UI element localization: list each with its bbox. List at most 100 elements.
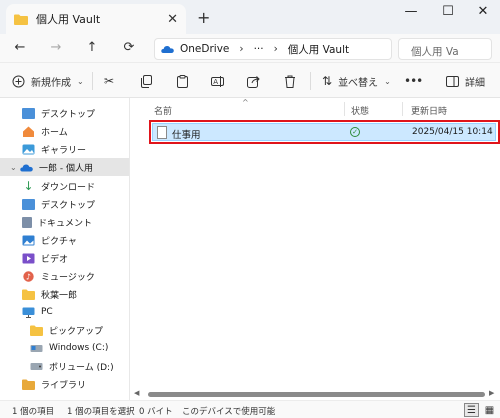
new-tab-button[interactable]: + (197, 8, 210, 27)
sidebar-item-drive-c[interactable]: Windows (C:) (0, 339, 129, 357)
pictures-icon (22, 235, 35, 245)
refresh-button[interactable]: ⟳ (121, 40, 137, 55)
sidebar-item-desktop-pinned[interactable]: デスクトップ (0, 104, 129, 122)
details-pane-button[interactable]: 詳細 (446, 73, 485, 89)
column-header-status[interactable]: 状態 (351, 104, 369, 117)
video-icon (22, 253, 35, 263)
sidebar-item-libraries[interactable]: ライブラリ (0, 375, 129, 393)
drive-icon (30, 362, 43, 370)
onedrive-cloud-icon (161, 46, 174, 53)
svg-text:♪: ♪ (26, 272, 31, 281)
column-divider[interactable] (344, 102, 345, 116)
navigation-pane: デスクトップ ホーム ギャラリー ⌄ 一郎 - 個人用 ↓ ダウンロード デスク… (0, 98, 130, 400)
sidebar-item-label: ミュージック (41, 272, 95, 283)
home-icon (23, 126, 34, 137)
tab-vault[interactable]: 個人用 Vault ✕ (6, 4, 186, 34)
sidebar-item-desktop[interactable]: デスクトップ (0, 195, 129, 213)
drive-icon (30, 344, 43, 352)
folder-icon (14, 14, 28, 25)
folder-icon (22, 289, 35, 300)
column-header-modified[interactable]: 更新日時 (411, 104, 447, 117)
download-icon: ↓ (23, 178, 34, 193)
back-button[interactable]: ← (12, 40, 28, 55)
sidebar-item-pickup[interactable]: ピックアップ (0, 321, 129, 339)
clipboard-icon (177, 74, 188, 88)
item-count: 1 個の項目 (12, 407, 55, 417)
sidebar-item-pc[interactable]: PC (0, 303, 129, 321)
plus-circle-icon (12, 75, 25, 87)
sidebar-item-label: ピックアップ (49, 326, 104, 337)
horizontal-scrollbar[interactable] (148, 392, 485, 397)
sidebar-item-user-folder[interactable]: 秋葉一郎 (0, 285, 129, 303)
sidebar-item-downloads[interactable]: ↓ ダウンロード (0, 177, 129, 195)
sidebar-item-documents[interactable]: ドキュメント (0, 213, 129, 231)
sidebar-item-gallery[interactable]: ギャラリー (0, 140, 129, 158)
sidebar-item-label: 一郎 - 個人用 (39, 163, 93, 174)
sort-label: 並べ替え (338, 77, 379, 89)
sidebar-item-label: 秋葉一郎 (41, 290, 78, 301)
grid-view-icon: ▦ (484, 404, 495, 416)
details-label: 詳細 (465, 77, 485, 89)
tab-title: 個人用 Vault (36, 13, 101, 26)
sort-ascending-icon: ^ (242, 98, 249, 107)
copy-icon (141, 74, 152, 88)
sidebar-item-label: ホーム (41, 127, 68, 138)
column-divider[interactable] (402, 102, 403, 116)
copy-button[interactable] (140, 73, 153, 89)
chevron-down-icon: ⌄ (77, 76, 84, 86)
selection-size: 0 バイト (139, 407, 173, 417)
column-header-name[interactable]: 名前 (154, 104, 172, 117)
paste-button[interactable] (176, 73, 189, 89)
command-bar: 新規作成 ⌄ ✂ A ⇅ 並べ替え ⌄ ••• 詳細 (0, 62, 500, 98)
folder-icon (30, 325, 43, 336)
documents-icon (22, 216, 32, 228)
cut-button[interactable]: ✂ (104, 73, 114, 89)
sort-button[interactable]: ⇅ 並べ替え ⌄ (322, 73, 391, 89)
sidebar-item-label: ギャラリー (41, 145, 87, 156)
chevron-down-icon: ⌄ (384, 76, 391, 86)
sidebar-item-home[interactable]: ホーム (0, 122, 129, 140)
navigation-bar: ← → ↑ ⟳ OneDrive › ··· › 個人用 Vault 個人用 V… (0, 34, 500, 62)
breadcrumb-onedrive[interactable]: OneDrive (180, 43, 229, 55)
breadcrumb-overflow[interactable]: ··· (254, 43, 264, 55)
new-button[interactable]: 新規作成 ⌄ (12, 73, 84, 89)
rename-button[interactable]: A (211, 73, 225, 89)
close-window-button[interactable]: ✕ (472, 4, 494, 19)
scroll-left-icon[interactable]: ◀ (134, 389, 139, 397)
forward-button[interactable]: → (48, 40, 64, 55)
address-bar[interactable]: OneDrive › ··· › 個人用 Vault (154, 38, 392, 60)
rename-icon: A (211, 75, 224, 87)
desktop-icon (22, 198, 35, 210)
chevron-right-icon: › (273, 43, 278, 55)
sidebar-item-label: ダウンロード (41, 182, 96, 193)
scroll-right-icon[interactable]: ▶ (489, 389, 494, 397)
search-input[interactable]: 個人用 Va (398, 38, 492, 60)
sidebar-item-videos[interactable]: ビデオ (0, 249, 129, 267)
minimize-button[interactable]: — (400, 4, 422, 19)
sidebar-item-drive-d[interactable]: ボリューム (D:) (0, 357, 129, 375)
new-label: 新規作成 (31, 77, 71, 89)
up-button[interactable]: ↑ (84, 40, 100, 55)
maximize-button[interactable]: ☐ (437, 4, 459, 19)
sidebar-item-label: ライブラリ (41, 380, 87, 391)
delete-button[interactable] (284, 73, 296, 89)
share-icon (247, 75, 260, 88)
more-options-button[interactable]: ••• (404, 73, 423, 89)
share-button[interactable] (247, 73, 260, 89)
sidebar-item-music[interactable]: ♪ ミュージック (0, 267, 129, 285)
sidebar-item-label: PC (41, 307, 53, 317)
chevron-right-icon: › (239, 43, 244, 55)
sidebar-item-label: Windows (C:) (49, 343, 109, 353)
gallery-icon (22, 144, 35, 154)
divider (310, 72, 311, 90)
close-tab-icon[interactable]: ✕ (167, 12, 178, 27)
breadcrumb-current[interactable]: 個人用 Vault (288, 42, 349, 57)
sort-arrows-icon: ⇅ (322, 74, 333, 88)
file-list: ^ 名前 状態 更新日時 仕事用 ✓ 2025/04/15 10:14 (130, 98, 500, 400)
details-view-button[interactable]: ☰ (464, 403, 479, 417)
sidebar-item-onedrive[interactable]: ⌄ 一郎 - 個人用 (0, 158, 129, 176)
highlight-box (149, 120, 500, 144)
tiles-view-button[interactable]: ▦ (482, 403, 497, 417)
sidebar-item-pictures[interactable]: ピクチャ (0, 231, 129, 249)
scissors-icon: ✂ (104, 74, 115, 88)
